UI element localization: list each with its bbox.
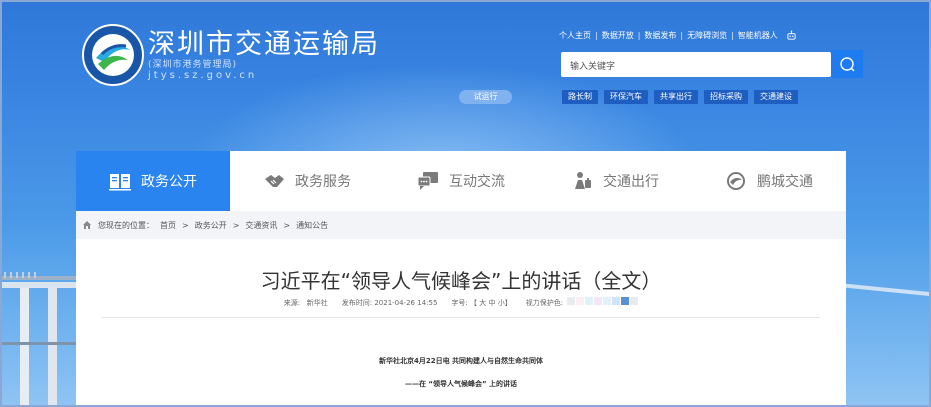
book-icon (109, 174, 131, 191)
nav-item-government-affairs[interactable]: 政务公开 (76, 151, 230, 211)
link-smart-robot[interactable]: 智能机器人 (738, 30, 778, 41)
breadcrumb-separator: > (182, 220, 189, 230)
nav-item-interaction[interactable]: 互动交流 (384, 151, 538, 211)
eye-color-swatch[interactable] (567, 297, 576, 305)
quick-link-shared-travel[interactable]: 共享出行 (654, 90, 698, 104)
publish-date: 发布时间: 2021-04-26 14:55 (341, 298, 438, 307)
site-domain: jtys.sz.gov.cn (148, 70, 258, 81)
breadcrumb-separator: > (232, 220, 240, 230)
handshake-icon (265, 175, 284, 187)
article-dateline: 新华社北京4月22日电 共同构建人与自然生命共同体 (378, 357, 544, 365)
nav-label: 交通出行 (603, 174, 659, 190)
breadcrumb-home[interactable]: 首页 (160, 220, 176, 231)
robot-icon[interactable] (786, 30, 797, 41)
search-button[interactable] (831, 50, 863, 78)
nav-item-transport[interactable]: 交通出行 (538, 151, 692, 211)
article-content: 习近平在“领导人气候峰会”上的讲话（全文） 来源: 新华社 发布时间: 2021… (76, 239, 846, 405)
breadcrumb-news[interactable]: 交通资讯 (245, 220, 277, 231)
link-separator: | (637, 31, 641, 40)
eye-color-swatch[interactable] (603, 297, 612, 305)
quick-links: 路长制 环保汽车 共享出行 招标采购 交通建设 (562, 90, 798, 104)
source-value: 新华社 (306, 298, 328, 307)
breadcrumb-prefix: 您现在的位置： (98, 220, 154, 230)
link-open-data[interactable]: 数据开放 (602, 30, 634, 41)
eye-color-swatch[interactable] (621, 297, 630, 305)
trial-badge: 试运行 (459, 90, 512, 104)
font-size-label: 字号: (451, 298, 468, 307)
breadcrumb-separator: > (283, 220, 291, 230)
home-icon (83, 221, 91, 229)
chat-icon (417, 172, 438, 190)
quick-link-construction[interactable]: 交通建设 (754, 90, 798, 104)
link-data-release[interactable]: 数据发布 (644, 30, 676, 41)
font-size-control: 字号: 【 大 中 小】 (451, 298, 511, 308)
article-source: 来源: 新华社 (284, 298, 328, 308)
nav-label: 鹏城交通 (757, 174, 813, 190)
article-subtitle: ——在 “领导人气候峰会” 上的讲话 (404, 380, 518, 388)
nav-label: 互动交流 (449, 174, 505, 190)
site-name: 深圳市交通运输局 (148, 29, 380, 60)
page-frame: 深圳市交通运输局 (深圳市港务管理局) jtys.sz.gov.cn 个人主页 … (0, 0, 931, 407)
top-links: 个人主页 | 数据开放 | 数据发布 | 无障碍浏览 | 智能机器人 (559, 30, 797, 41)
font-size-options[interactable]: 【 大 中 小】 (470, 299, 512, 307)
breadcrumb: 您现在的位置： 首页 > 政务公开 > 交通资讯 > 通知公告 (76, 211, 846, 239)
breadcrumb-notices[interactable]: 通知公告 (296, 220, 328, 231)
search-input[interactable]: 输入关键字 (561, 52, 831, 77)
eye-color-swatch[interactable] (630, 297, 639, 305)
link-separator: | (680, 31, 684, 40)
quick-link-eco-vehicles[interactable]: 环保汽车 (604, 90, 648, 104)
search-icon (840, 57, 855, 72)
bridge-decoration-left (2, 272, 82, 405)
swirl-icon (727, 172, 745, 190)
quick-link-road-chief[interactable]: 路长制 (562, 90, 598, 104)
link-personal-home[interactable]: 个人主页 (559, 30, 591, 41)
link-separator: | (731, 31, 734, 40)
article-title: 习近平在“领导人气候峰会”上的讲话（全文） (260, 269, 662, 293)
content-divider (102, 317, 820, 318)
nav-label: 政务服务 (295, 174, 351, 190)
link-separator: | (595, 31, 598, 40)
breadcrumb-government-affairs[interactable]: 政务公开 (195, 220, 227, 231)
eye-color-swatches (567, 297, 639, 305)
nav-item-pengcheng-transport[interactable]: 鹏城交通 (692, 151, 846, 211)
site-subtitle: (深圳市港务管理局) (148, 60, 238, 70)
eye-protection-control: 视力保护色: (526, 297, 639, 308)
nav-label: 政务公开 (141, 174, 197, 190)
nav-item-government-services[interactable]: 政务服务 (230, 151, 384, 211)
eye-color-swatch[interactable] (612, 297, 621, 305)
eye-color-swatch[interactable] (594, 297, 603, 305)
eye-protection-label: 视力保护色: (525, 299, 564, 307)
quick-link-procurement[interactable]: 招标采购 (704, 90, 748, 104)
traveler-icon (575, 172, 591, 189)
eye-color-swatch[interactable] (585, 297, 594, 305)
article-meta: 来源: 新华社 发布时间: 2021-04-26 14:55 字号: 【 大 中… (76, 297, 846, 308)
eye-color-swatch[interactable] (576, 297, 585, 305)
main-nav: 政务公开 政务服务 互动交流 交通出行 鹏城交通 (76, 151, 846, 211)
source-label: 来源: (283, 298, 301, 307)
bureau-logo (82, 24, 144, 86)
link-accessibility[interactable]: 无障碍浏览 (687, 30, 727, 41)
